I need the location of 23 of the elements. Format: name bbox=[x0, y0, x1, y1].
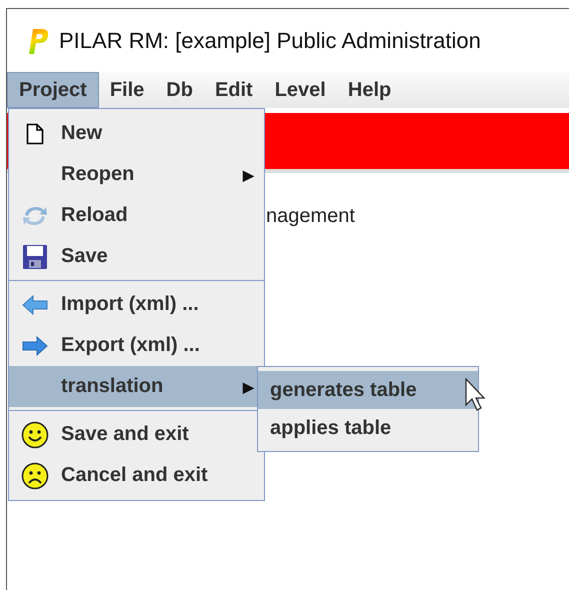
menu-item[interactable]: Cancel and exit bbox=[9, 455, 264, 496]
window-title: PILAR RM: [example] Public Administration bbox=[59, 28, 481, 54]
app-logo-icon bbox=[27, 26, 49, 54]
mouse-cursor-icon bbox=[465, 378, 487, 412]
menu-item[interactable]: New bbox=[9, 113, 264, 154]
menu-bar-item[interactable]: Project bbox=[7, 72, 99, 108]
menu-bar-item[interactable]: Db bbox=[155, 72, 204, 108]
menu-item[interactable]: Save bbox=[9, 236, 264, 277]
menu-bar-item[interactable]: Edit bbox=[204, 72, 264, 108]
menu-item[interactable]: Import (xml) ... bbox=[9, 284, 264, 325]
document-icon bbox=[26, 122, 44, 144]
menu-item[interactable]: Reload bbox=[9, 195, 264, 236]
menu-item[interactable]: Export (xml) ... bbox=[9, 325, 264, 366]
smiley-icon bbox=[21, 420, 49, 448]
right-arrow-icon bbox=[22, 336, 48, 356]
menu-bar-item[interactable]: Level bbox=[264, 72, 337, 108]
sad-face-icon bbox=[21, 462, 49, 490]
menu-item[interactable]: Reopen ▶ bbox=[9, 154, 264, 195]
menu-bar-item[interactable]: File bbox=[98, 72, 156, 108]
menu-item[interactable]: generates table bbox=[258, 371, 478, 409]
menu-bar-item[interactable]: Help bbox=[336, 72, 402, 108]
content-text: nagement bbox=[266, 205, 356, 228]
left-arrow-icon bbox=[22, 294, 48, 314]
